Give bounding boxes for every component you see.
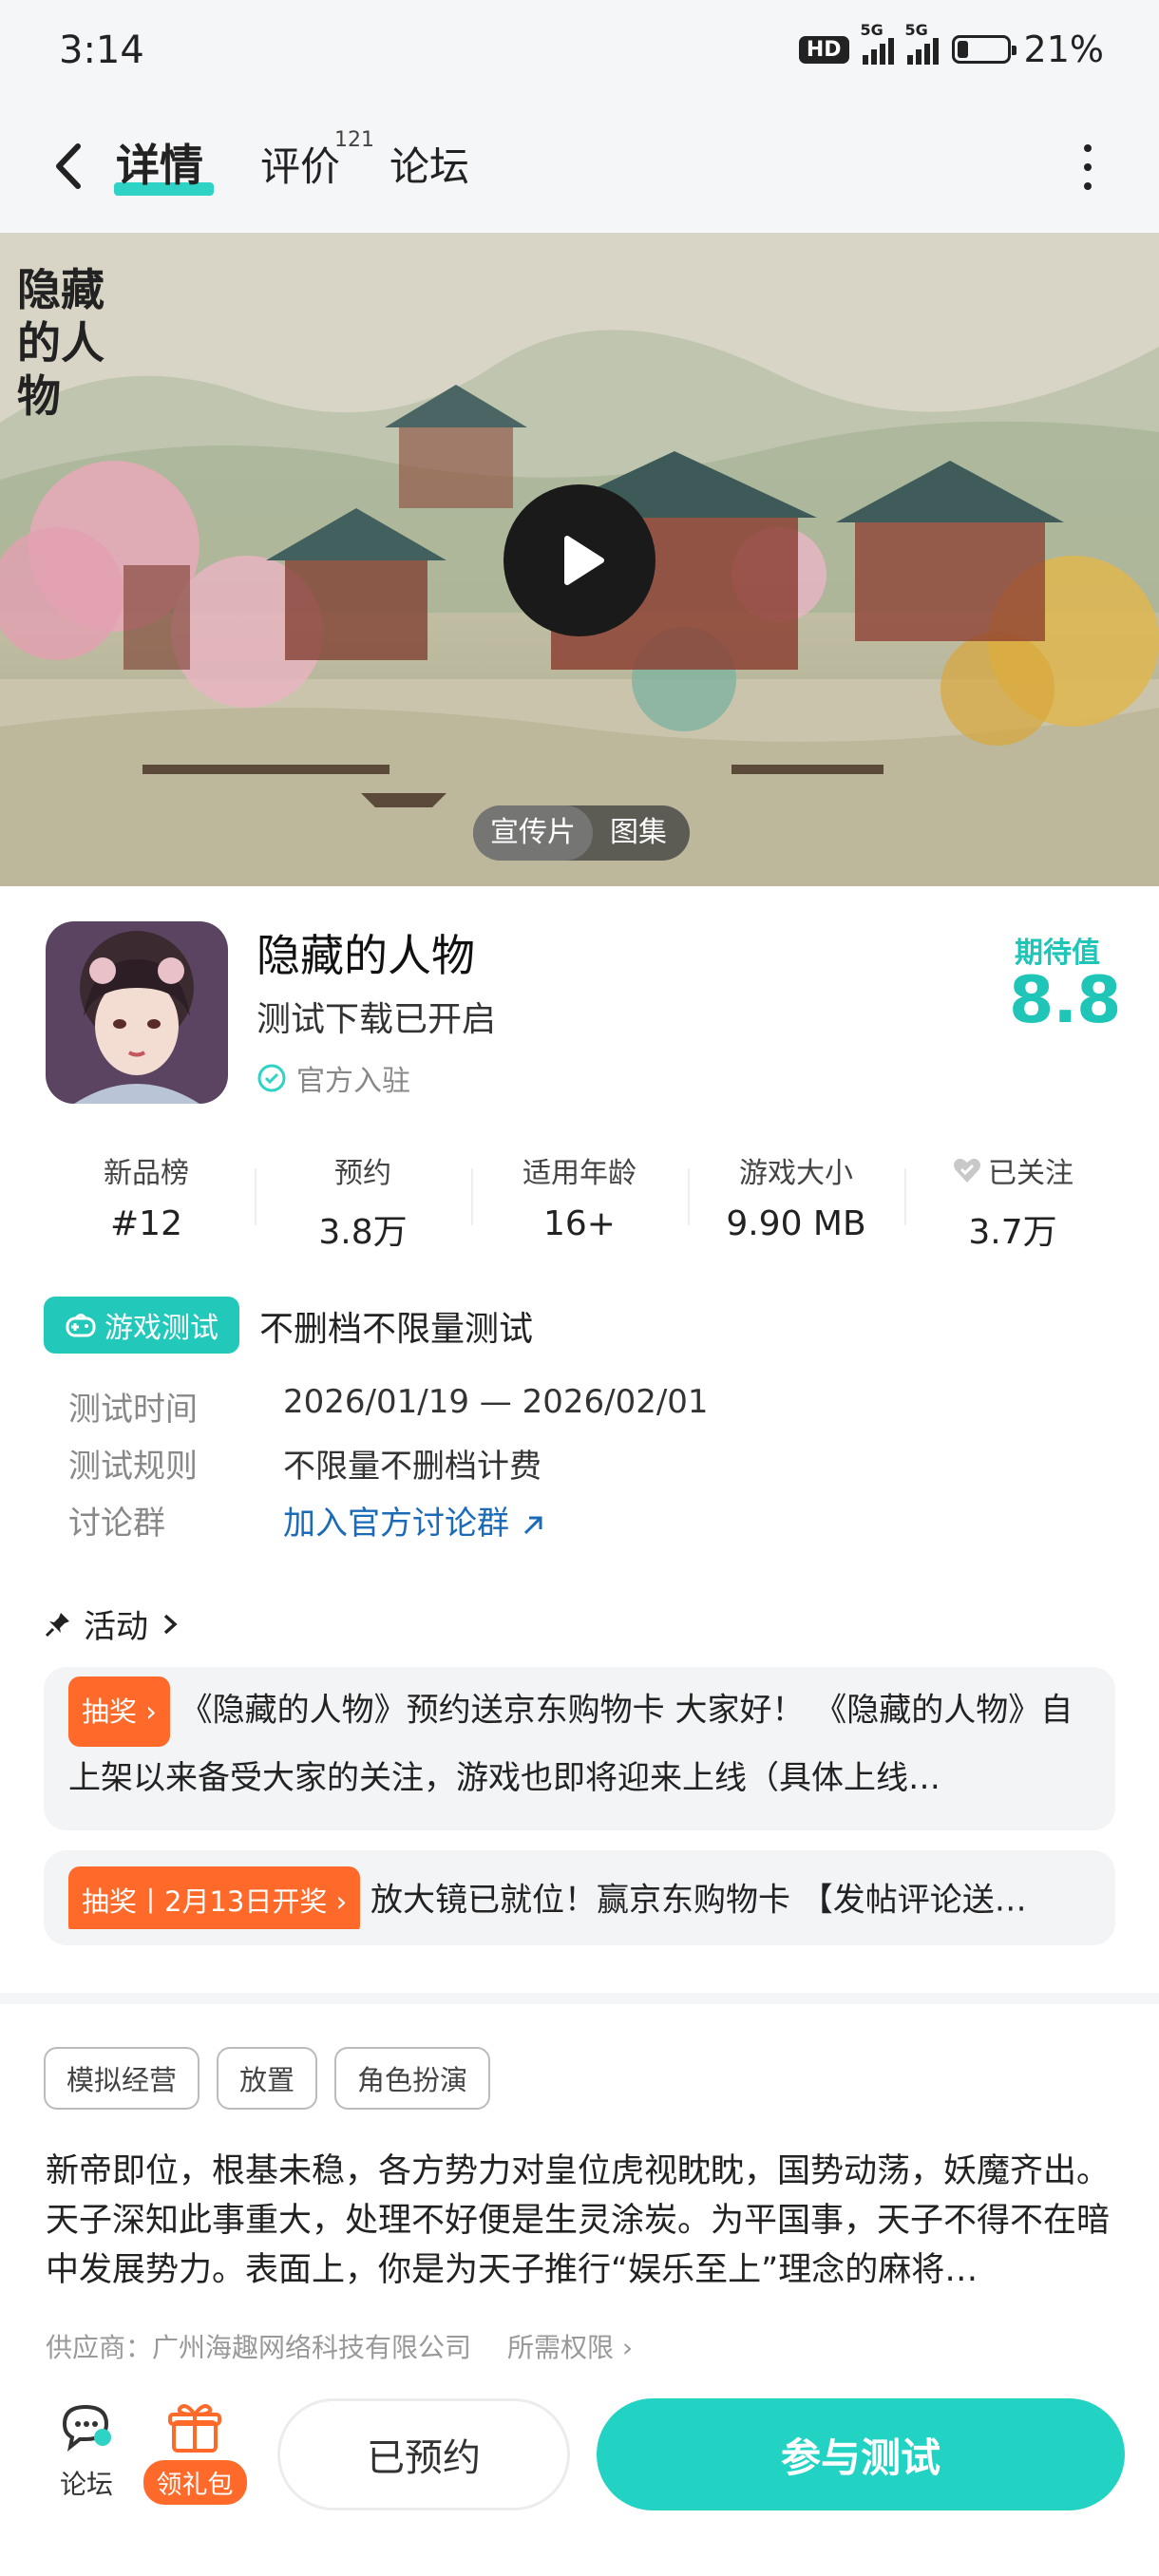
- signal-icon-2: 5G: [905, 21, 939, 65]
- chevron-right-icon: [163, 1614, 178, 1634]
- activity-header[interactable]: 活动: [44, 1601, 180, 1647]
- battery-icon: [951, 35, 1016, 64]
- supplier-text: 供应商：广州海趣网络科技有限公司: [46, 2332, 472, 2363]
- chevron-left-icon: [56, 143, 81, 189]
- gamepad-icon: [66, 1314, 96, 1337]
- join-test-button[interactable]: 参与测试: [597, 2398, 1125, 2510]
- official-label: 官方入驻: [296, 1065, 410, 1098]
- activity-text-2: 放大镜已就位！赢京东购物卡 【发帖评论送…: [370, 1881, 1027, 1920]
- verified-check-icon: [257, 1064, 286, 1092]
- tab-forum[interactable]: 论坛: [390, 135, 469, 193]
- test-rule-label: 测试规则: [68, 1448, 198, 1486]
- game-test-badge: 游戏测试: [44, 1297, 239, 1354]
- stat-followed[interactable]: 已关注 3.7万: [904, 1149, 1121, 1252]
- supplier-row: 供应商：广州海趣网络科技有限公司 所需权限 ›: [46, 2327, 633, 2365]
- media-tab-gallery[interactable]: 图集: [593, 805, 684, 861]
- section-divider: [0, 1993, 1159, 2004]
- join-group-link[interactable]: 加入官方讨论群: [283, 1497, 546, 1544]
- discussion-group-label: 讨论群: [68, 1505, 165, 1543]
- tag-simulation[interactable]: 模拟经营: [44, 2047, 200, 2110]
- stat-reservations: 预约 3.8万: [255, 1149, 471, 1252]
- hd-icon: HD: [798, 35, 849, 64]
- game-title: 隐藏的人物: [256, 930, 475, 981]
- tab-details[interactable]: 详情: [116, 131, 203, 194]
- heart-icon: [954, 1158, 980, 1183]
- tag-idle[interactable]: 放置: [217, 2047, 318, 2110]
- test-time-label: 测试时间: [68, 1391, 198, 1429]
- tab-reviews[interactable]: 评价: [260, 135, 340, 193]
- activity-card-2[interactable]: 抽奖丨2月13日开奖 › 放大镜已就位！赢京东购物卡 【发帖评论送…: [44, 1850, 1115, 1945]
- genre-tags: 模拟经营 放置 角色扮演: [44, 2047, 491, 2110]
- game-subtitle: 测试下载已开启: [256, 1000, 497, 1039]
- official-badge: 官方入驻: [256, 1057, 410, 1099]
- media-tabs: 宣传片 图集: [473, 805, 690, 861]
- tag-rpg[interactable]: 角色扮演: [334, 2047, 491, 2110]
- expect-value: 8.8: [1009, 963, 1121, 1038]
- media-tab-trailer[interactable]: 宣传片: [473, 805, 593, 861]
- game-description[interactable]: 新帝即位，根基未稳，各方势力对皇位虎视眈眈，国势动荡，妖魔齐出。天子深知此事重大…: [46, 2147, 1114, 2295]
- back-button[interactable]: [46, 133, 93, 199]
- gift-shortcut[interactable]: 领礼包: [142, 2401, 247, 2505]
- activity-card-1[interactable]: 抽奖 › 《隐藏的人物》预约送京东购物卡 大家好！ 《隐藏的人物》自上架以来备受…: [44, 1667, 1115, 1830]
- arrow-up-right-icon: [523, 1516, 542, 1534]
- lottery-tag: 抽奖 ›: [68, 1676, 170, 1747]
- signal-icon: 5G: [861, 21, 894, 65]
- gift-icon: [168, 2404, 221, 2453]
- chat-bubble-icon: [62, 2404, 111, 2452]
- stat-age: 适用年龄 16+: [471, 1149, 688, 1249]
- status-icons: HD 5G 5G 21%: [798, 21, 1104, 70]
- status-time: 3:14: [59, 28, 144, 72]
- permissions-link[interactable]: 所需权限 ›: [507, 2327, 633, 2365]
- more-options-button[interactable]: [1079, 144, 1096, 190]
- stat-size: 游戏大小 9.90 MB: [688, 1149, 904, 1249]
- forum-shortcut[interactable]: 论坛: [53, 2401, 120, 2502]
- lottery-date-tag: 抽奖丨2月13日开奖 ›: [68, 1866, 361, 1929]
- test-headline: 不删档不限量测试: [259, 1310, 534, 1349]
- battery-percent: 21%: [1023, 28, 1104, 70]
- banner-title-art: 隐藏的人物: [17, 264, 104, 422]
- activity-text-1: 《隐藏的人物》预约送京东购物卡 大家好！ 《隐藏的人物》自上架以来备受大家的关注…: [68, 1691, 1074, 1798]
- test-time-value: 2026/01/19 — 2026/02/01: [283, 1383, 709, 1421]
- play-video-button[interactable]: [504, 484, 656, 636]
- test-rule-value: 不限量不删档计费: [283, 1448, 542, 1486]
- reviews-count: 121: [334, 128, 374, 152]
- stats-row: 新品榜 #12 预约 3.8万 适用年龄 16+ 游戏大小 9.90 MB 已关…: [38, 1149, 1121, 1252]
- reserved-button[interactable]: 已预约: [277, 2398, 570, 2510]
- stat-rank[interactable]: 新品榜 #12: [38, 1149, 255, 1249]
- app-icon: [46, 921, 228, 1104]
- pin-icon: [45, 1612, 69, 1637]
- play-icon: [564, 536, 604, 585]
